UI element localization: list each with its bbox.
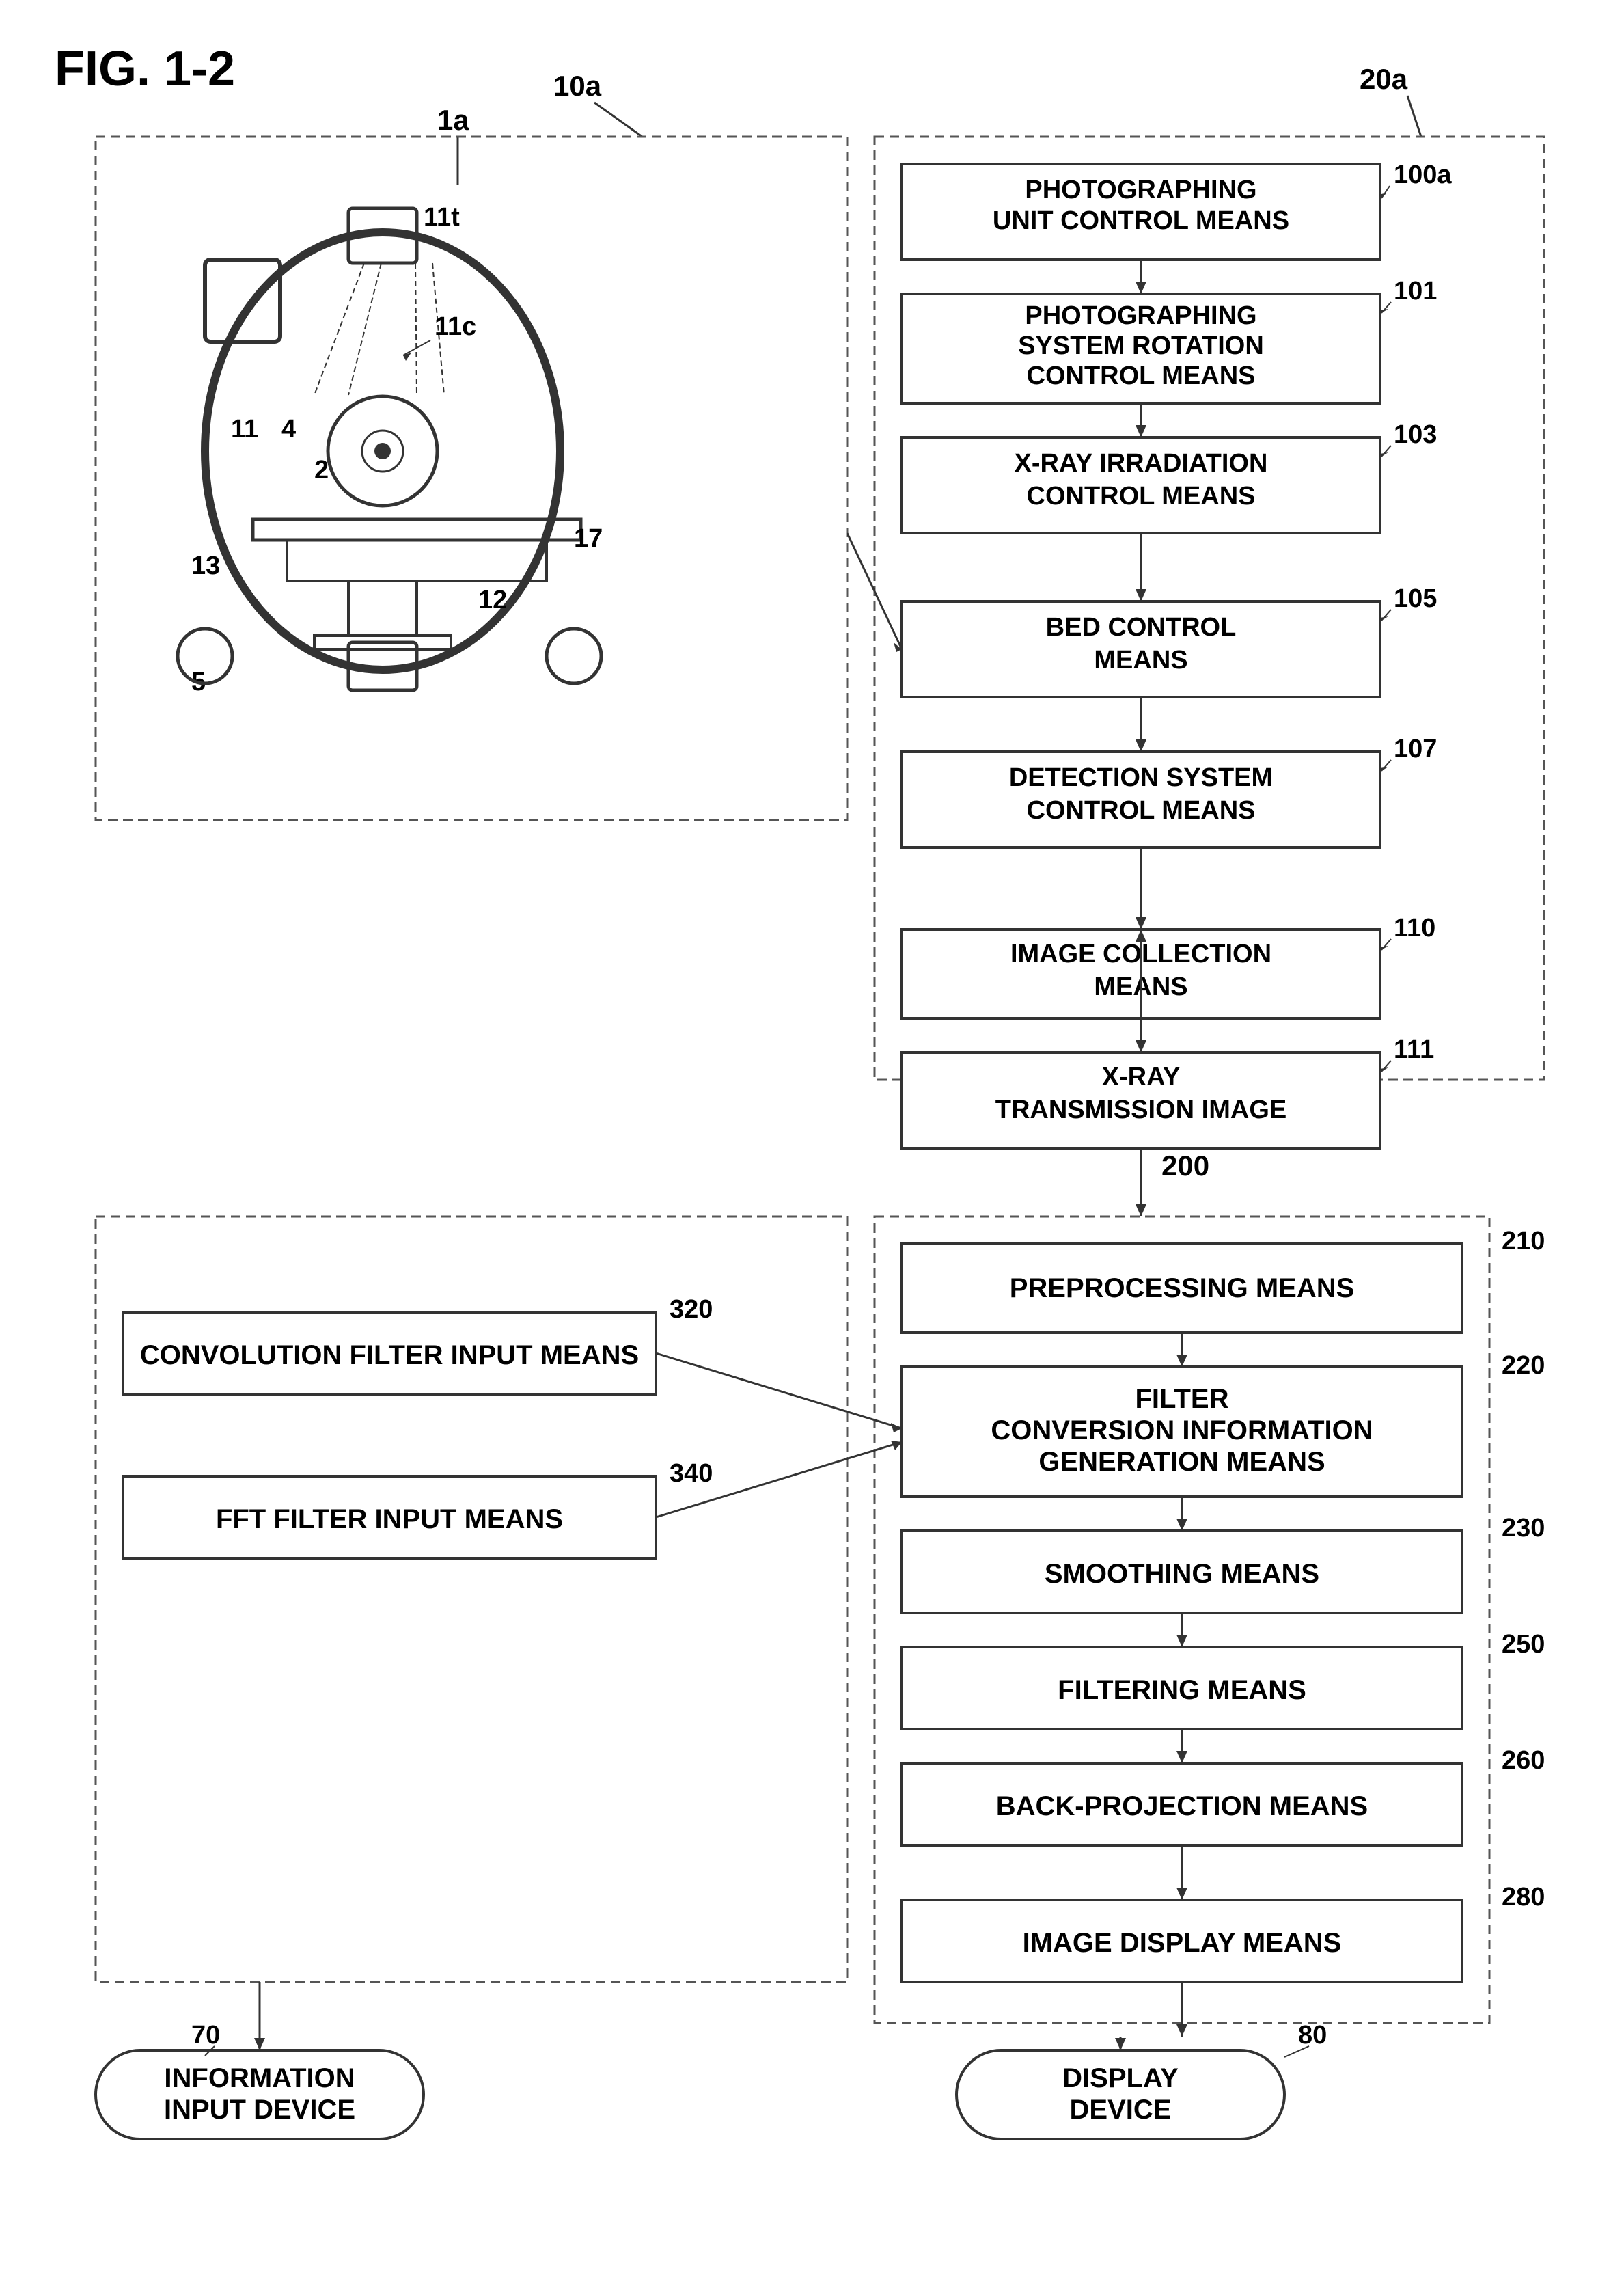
ref-230: 230: [1502, 1514, 1545, 1542]
ref-13-label: 13: [191, 552, 220, 580]
page-container: FIG. 1-2 1a 10a 20a 11t: [0, 0, 1624, 2271]
ref-10a: 10a: [553, 70, 602, 102]
wheel-right: [547, 629, 601, 683]
ref-11t-label: 11t: [424, 203, 460, 232]
ref-100a: 100a: [1394, 161, 1452, 189]
xray-trans-line1: X-RAY: [1102, 1063, 1181, 1091]
patient-table-body: [287, 540, 547, 581]
ref-111: 111: [1394, 1035, 1434, 1064]
ref-250: 250: [1502, 1630, 1545, 1659]
xray-beam-3: [314, 263, 364, 395]
fft-label: FFT FILTER INPUT MEANS: [216, 1504, 563, 1534]
bed-control-line2: MEANS: [1094, 646, 1187, 675]
filter-conv-line3: GENERATION MEANS: [1038, 1447, 1325, 1477]
detection-line2: CONTROL MEANS: [1027, 796, 1256, 825]
ref-340: 340: [670, 1459, 713, 1488]
gantry-center: [374, 443, 391, 459]
ref-220: 220: [1502, 1351, 1545, 1380]
convolution-label: CONVOLUTION FILTER INPUT MEANS: [140, 1340, 639, 1370]
ref-110: 110: [1394, 914, 1435, 942]
table-stand: [348, 581, 417, 636]
ref-70: 70: [191, 2021, 220, 2050]
info-input-line1: INFORMATION: [164, 2063, 355, 2093]
xray-irrad-line2: CONTROL MEANS: [1027, 482, 1256, 511]
filter-conv-line1: FILTER: [1135, 1384, 1228, 1414]
ref-280: 280: [1502, 1883, 1545, 1912]
photographing-unit-line1: PHOTOGRAPHING: [1025, 176, 1256, 204]
display-device-line2: DEVICE: [1070, 2095, 1172, 2125]
ref-11-label: 11: [231, 415, 258, 444]
ref-103: 103: [1394, 420, 1437, 449]
image-display-label: IMAGE DISPLAY MEANS: [1023, 1928, 1342, 1958]
photo-rotation-line3: CONTROL MEANS: [1027, 362, 1256, 390]
xray-beam-2: [415, 263, 417, 395]
gantry-top-left: [205, 260, 280, 342]
filter-conv-line2: CONVERSION INFORMATION: [991, 1415, 1373, 1445]
ref-200: 200: [1161, 1150, 1209, 1182]
ref-12-label: 12: [478, 586, 507, 614]
info-input-line2: INPUT DEVICE: [164, 2095, 355, 2125]
photographing-unit-line2: UNIT CONTROL MEANS: [993, 206, 1289, 235]
xray-irrad-line1: X-RAY IRRADIATION: [1015, 449, 1268, 478]
xray-trans-line2: TRANSMISSION IMAGE: [995, 1096, 1286, 1124]
preprocessing-label: PREPROCESSING MEANS: [1010, 1273, 1355, 1303]
patient-table-top: [253, 519, 581, 540]
ref-4-label: 4: [281, 415, 296, 444]
photo-rotation-line2: SYSTEM ROTATION: [1018, 331, 1264, 360]
display-device-line1: DISPLAY: [1062, 2063, 1179, 2093]
ref-11c-label: 11c: [435, 312, 476, 341]
detection-line1: DETECTION SYSTEM: [1009, 763, 1273, 792]
xray-beam-1: [348, 263, 381, 395]
ref-107: 107: [1394, 735, 1437, 763]
ref-105: 105: [1394, 584, 1437, 613]
ref-320: 320: [670, 1295, 713, 1324]
back-projection-label: BACK-PROJECTION MEANS: [996, 1791, 1368, 1821]
ref-101: 101: [1394, 277, 1437, 305]
ref-80: 80: [1298, 2021, 1327, 2050]
ref-210: 210: [1502, 1227, 1545, 1255]
ref-1a: 1a: [437, 104, 469, 136]
ref-20a: 20a: [1360, 63, 1408, 95]
main-diagram: 1a 10a 20a 11t: [55, 0, 1585, 2187]
photo-rotation-line1: PHOTOGRAPHING: [1025, 301, 1256, 330]
smoothing-label: SMOOTHING MEANS: [1045, 1559, 1319, 1589]
ref-2-label: 2: [314, 456, 329, 485]
ref-260: 260: [1502, 1746, 1545, 1775]
bed-control-line1: BED CONTROL: [1046, 613, 1237, 642]
filtering-label: FILTERING MEANS: [1058, 1675, 1306, 1705]
ref-17-label: 17: [574, 524, 603, 553]
